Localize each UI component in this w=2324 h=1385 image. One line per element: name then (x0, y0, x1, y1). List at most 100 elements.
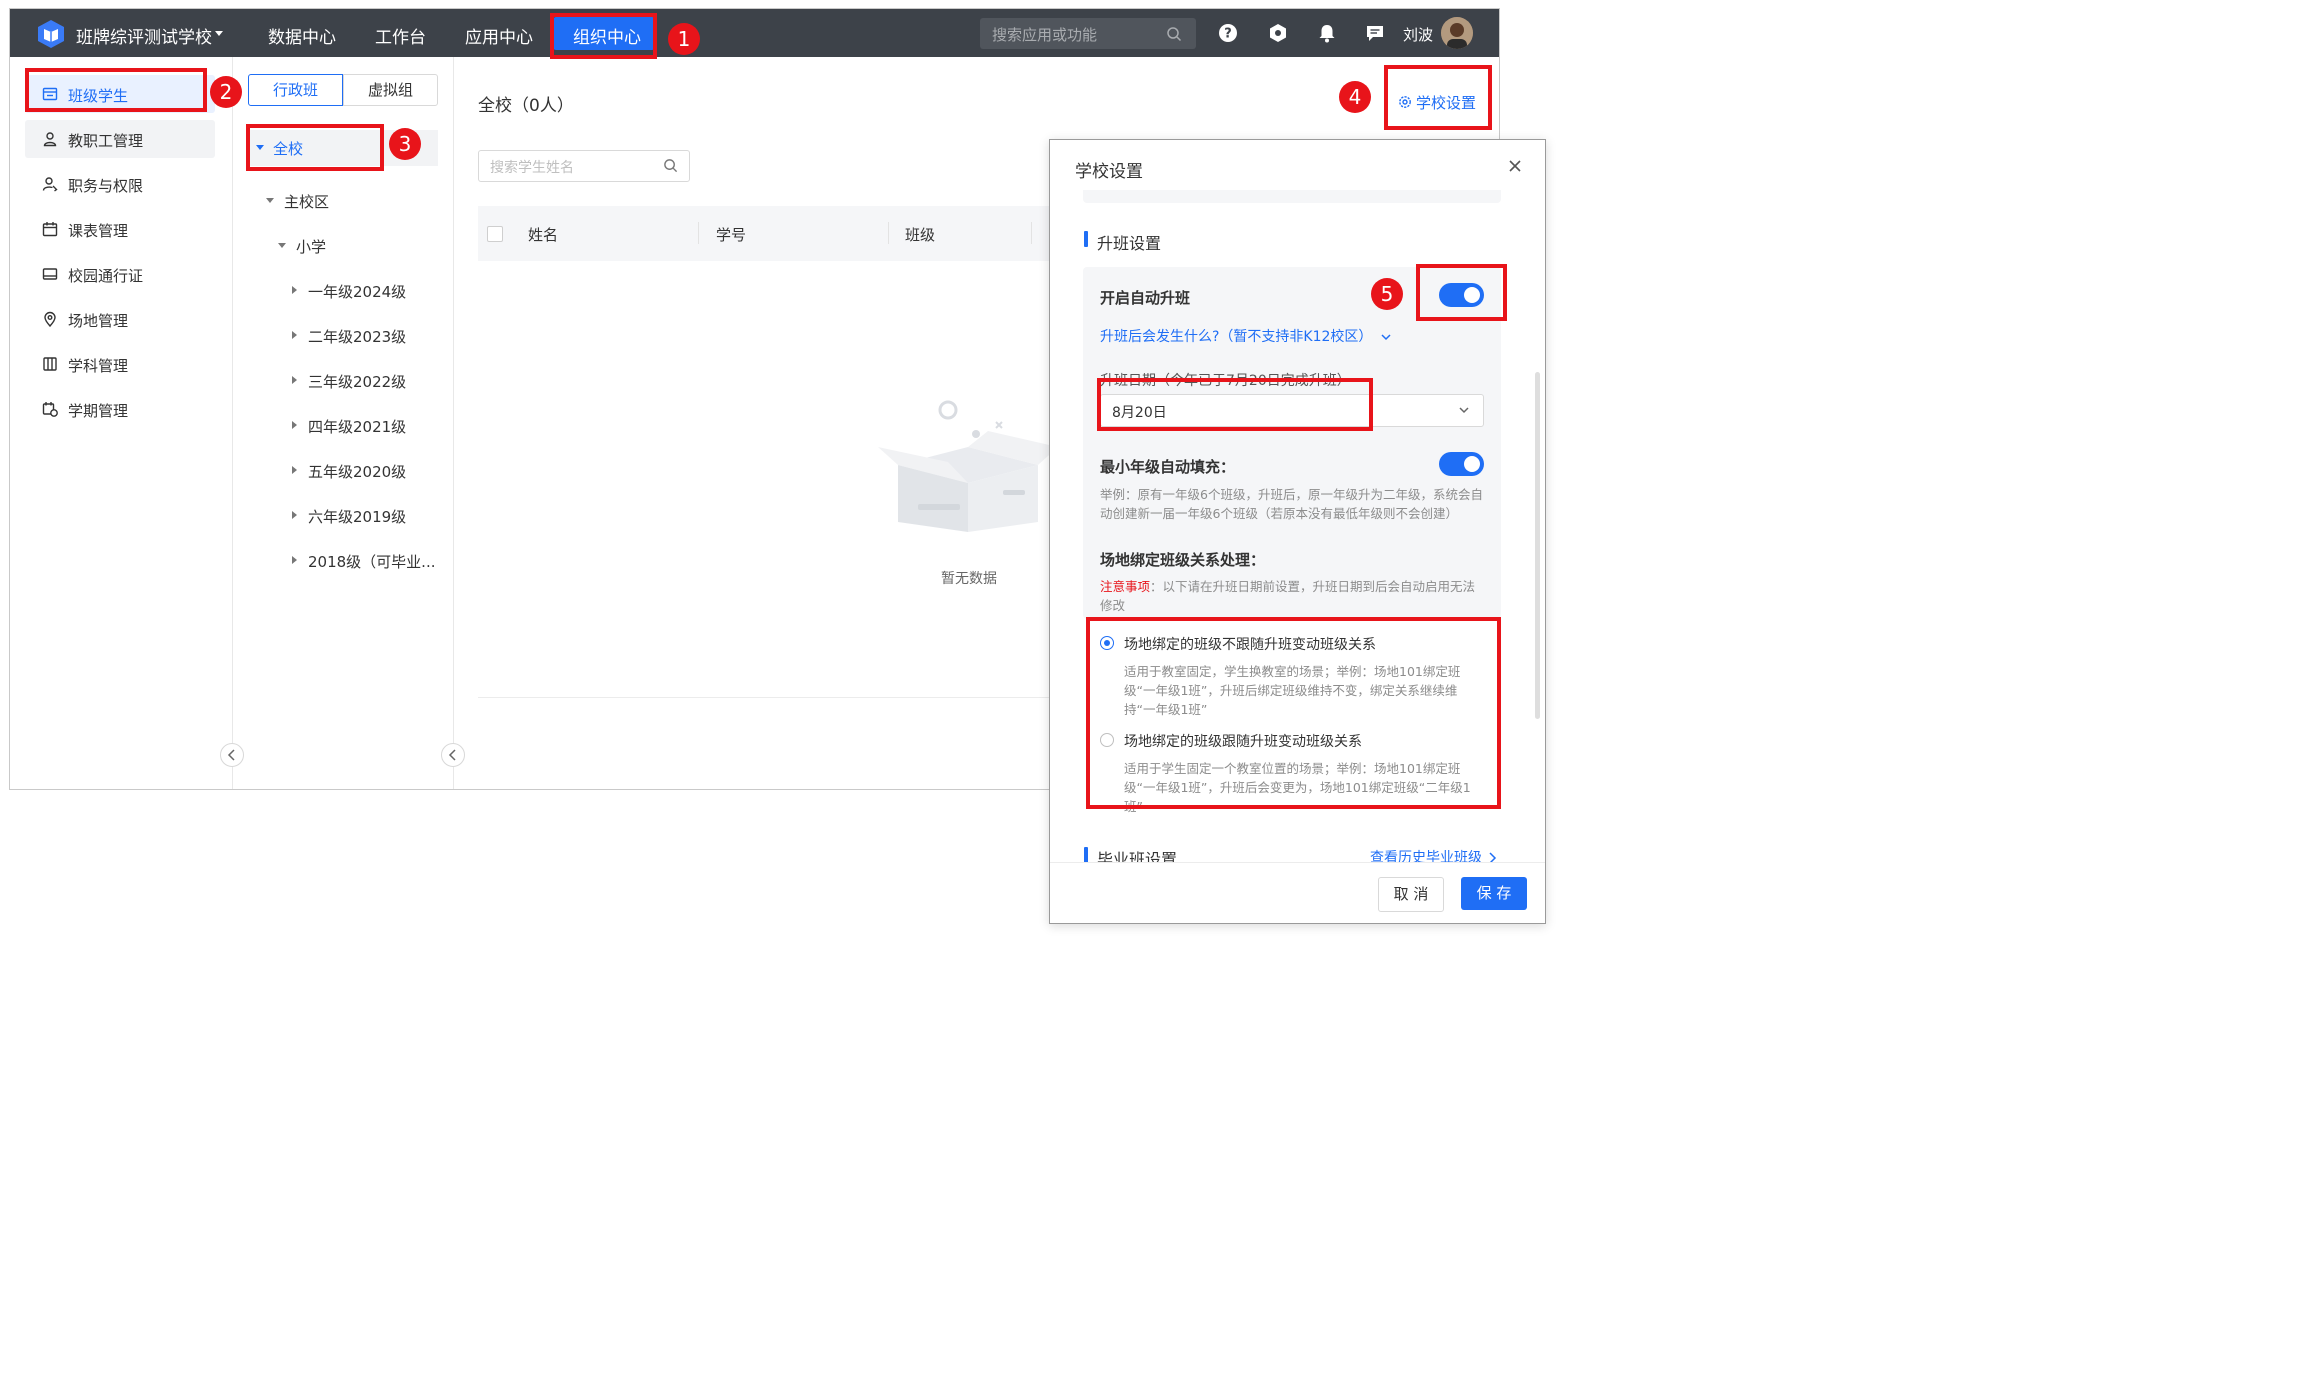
column-divider (888, 222, 889, 244)
section-marker (1084, 231, 1088, 247)
empty-state-text: 暂无数据 (941, 571, 997, 587)
user-name[interactable]: 刘波 (1403, 24, 1433, 45)
student-search-input[interactable]: 搜索学生姓名 (478, 150, 690, 182)
step-badge: 1 (668, 23, 700, 55)
highlight-box-promotion-date (1097, 378, 1373, 431)
column-header-name[interactable]: 姓名 (528, 224, 558, 245)
column-header-student-id[interactable]: 学号 (716, 224, 746, 245)
column-divider (698, 222, 699, 244)
tab-administrative-class[interactable]: 行政班 (248, 74, 343, 106)
sidebar-item-terms[interactable]: 学期管理 (25, 390, 215, 428)
empty-box-illustration (878, 400, 1058, 532)
step-badge: 3 (389, 128, 421, 160)
nav-workbench[interactable]: 工作台 (375, 23, 426, 48)
highlight-box-org-center (550, 13, 657, 59)
term-calendar-icon (42, 402, 58, 417)
tree-grade-item[interactable]: 二年级2023级 (308, 326, 406, 347)
caret-right-icon[interactable] (292, 331, 297, 339)
sidebar-item-label: 学科管理 (68, 357, 129, 375)
what-happens-link[interactable]: 升班后会发生什么?（暂不支持非K12校区） (1100, 326, 1392, 346)
column-header-class[interactable]: 班级 (905, 224, 935, 245)
min-grade-fill-label: 最小年级自动填充： (1100, 458, 1236, 476)
tab-virtual-group[interactable]: 虚拟组 (343, 74, 438, 106)
tree-grade-item[interactable]: 六年级2019级 (308, 506, 406, 527)
nav-data-center[interactable]: 数据中心 (268, 23, 336, 48)
caret-right-icon[interactable] (292, 286, 297, 294)
step-badge: 4 (1339, 81, 1371, 113)
school-name[interactable]: 班牌综评测试学校 (76, 23, 212, 48)
message-icon[interactable] (1365, 23, 1385, 43)
search-icon[interactable] (1166, 26, 1182, 42)
tree-section-label[interactable]: 小学 (296, 236, 326, 257)
tree-grade-item[interactable]: 一年级2024级 (308, 281, 406, 302)
tree-grade-item[interactable]: 四年级2021级 (308, 416, 406, 437)
caret-right-icon[interactable] (292, 556, 297, 564)
dialog-footer: 取 消 保 存 (1050, 862, 1545, 923)
dialog-scrollbar[interactable] (1535, 372, 1540, 719)
caret-right-icon[interactable] (292, 421, 297, 429)
what-happens-label: 升班后会发生什么?（暂不支持非K12校区） (1100, 329, 1373, 345)
caret-right-icon[interactable] (292, 511, 297, 519)
top-navigation-bar: 班牌综评测试学校 数据中心 工作台 应用中心 组织中心 搜索应用或功能 ? 刘波 (10, 9, 1499, 57)
sidebar-item-label: 职务与权限 (68, 177, 144, 195)
notice-body: ：以下请在升班日期前设置，升班日期到后会自动启用无法修改 (1100, 579, 1476, 613)
select-all-checkbox[interactable] (487, 226, 503, 242)
toggle-knob (1464, 456, 1480, 472)
min-grade-fill-toggle[interactable] (1439, 452, 1484, 476)
tree-campus-label[interactable]: 主校区 (284, 191, 329, 212)
chevron-down-icon (1381, 333, 1391, 340)
sidebar-item-subjects[interactable]: 学科管理 (25, 345, 215, 383)
dialog-title: 学校设置 (1075, 162, 1143, 182)
cancel-button[interactable]: 取 消 (1378, 877, 1444, 912)
sidebar-item-label: 场地管理 (68, 312, 129, 330)
save-button[interactable]: 保 存 (1461, 877, 1527, 910)
caret-down-icon[interactable] (266, 198, 274, 203)
sidebar-item-campus-pass[interactable]: 校园通行证 (25, 255, 215, 293)
page-title: 全校（0人） (478, 96, 574, 116)
venue-binding-label: 场地绑定班级关系处理： (1100, 551, 1266, 569)
person-key-icon (42, 177, 58, 192)
previous-section-tail (1083, 190, 1501, 203)
notice-label: 注意事项 (1100, 579, 1151, 594)
bell-icon[interactable] (1317, 23, 1337, 43)
sidebar-item-label: 校园通行证 (68, 267, 144, 285)
notice-text: 注意事项：以下请在升班日期前设置，升班日期到后会自动启用无法修改 (1100, 577, 1485, 615)
nav-app-center[interactable]: 应用中心 (465, 23, 533, 48)
min-grade-fill-hint: 举例：原有一年级6个班级，升班后，原一年级升为二年级，系统会自动创建新一届一年级… (1100, 487, 1483, 521)
auto-promotion-label: 开启自动升班 (1100, 289, 1191, 307)
sidebar-item-staff[interactable]: 教职工管理 (25, 120, 215, 158)
sidebar-item-roles[interactable]: 职务与权限 (25, 165, 215, 203)
caret-right-icon[interactable] (292, 466, 297, 474)
highlight-box-all-school (246, 124, 384, 171)
sidebar-item-schedule[interactable]: 课表管理 (25, 210, 215, 248)
user-avatar[interactable] (1441, 17, 1473, 49)
close-icon[interactable] (1508, 159, 1522, 173)
caret-down-icon[interactable] (278, 243, 286, 248)
school-dropdown-caret-icon[interactable] (215, 31, 223, 36)
tree-grade-item[interactable]: 2018级（可毕业... (308, 551, 435, 572)
caret-right-icon[interactable] (292, 376, 297, 384)
sidebar-item-venues[interactable]: 场地管理 (25, 300, 215, 338)
search-icon[interactable] (663, 158, 678, 173)
school-logo-icon[interactable] (36, 19, 66, 49)
settings-hexagon-icon[interactable] (1268, 23, 1288, 43)
highlight-box-school-settings (1384, 65, 1492, 130)
tree-grade-item[interactable]: 三年级2022级 (308, 371, 406, 392)
sidebar-item-label: 学期管理 (68, 402, 129, 420)
book-icon (43, 357, 57, 371)
tree-grade-item[interactable]: 五年级2020级 (308, 461, 406, 482)
step-badge: 2 (210, 76, 242, 108)
student-search-placeholder: 搜索学生姓名 (490, 160, 574, 176)
column-divider (1031, 222, 1032, 244)
sidebar-item-label: 课表管理 (68, 222, 129, 240)
global-search-placeholder: 搜索应用或功能 (992, 26, 1098, 44)
help-icon[interactable]: ? (1218, 23, 1238, 43)
global-search-input[interactable]: 搜索应用或功能 (980, 18, 1196, 49)
sidebar: 班级学生 教职工管理 职务与权限 课表管理 校园通行证 场地管理 学科管理 学期… (10, 57, 244, 789)
chevron-down-icon (1459, 407, 1469, 414)
section-marker (1084, 847, 1088, 863)
location-icon (44, 311, 56, 327)
calendar-icon (42, 222, 58, 237)
promotion-section-title: 升班设置 (1097, 234, 1162, 253)
person-icon (43, 132, 57, 147)
